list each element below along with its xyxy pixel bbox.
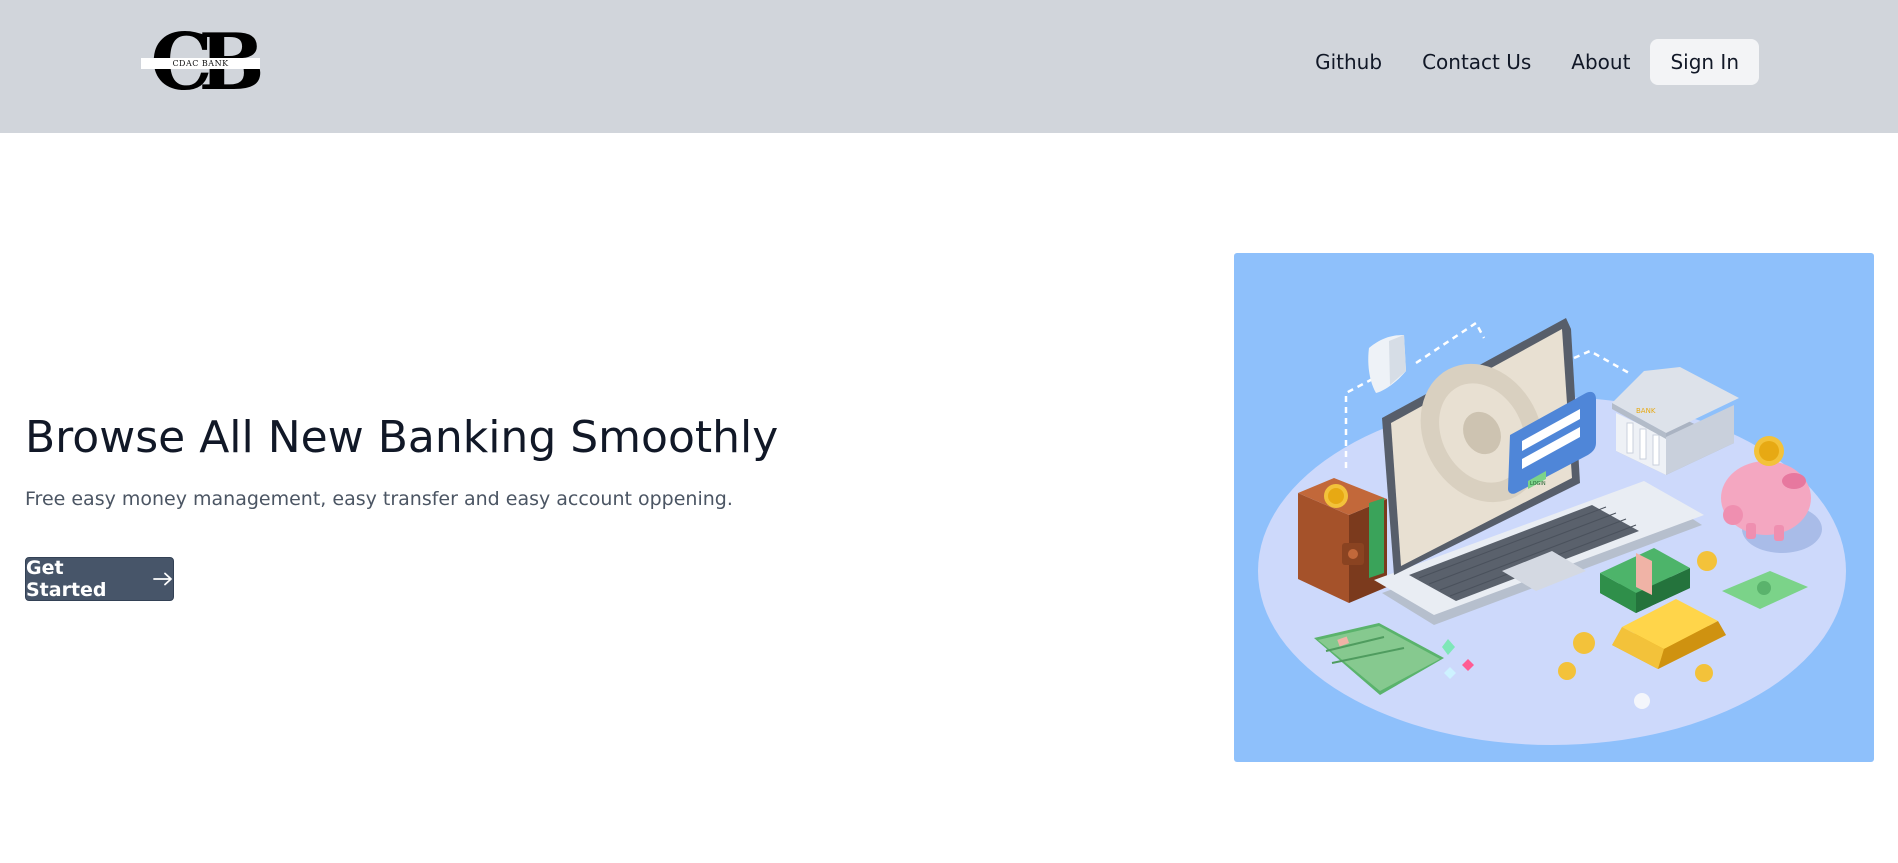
hero-title: Browse All New Banking Smoothly — [25, 412, 779, 463]
logo[interactable]: CB CDAC BANK — [141, 24, 265, 102]
logo-wordmark: CDAC BANK — [172, 59, 229, 68]
get-started-label: Get Started — [26, 557, 107, 601]
arrow-right-icon — [153, 572, 173, 586]
sign-in-button[interactable]: Sign In — [1650, 39, 1759, 85]
main-nav: Github Contact Us About Sign In — [1295, 39, 1759, 85]
site-header: CB CDAC BANK Github Contact Us About Sig… — [0, 0, 1898, 133]
nav-link-github[interactable]: Github — [1295, 39, 1402, 85]
nav-link-contact-us[interactable]: Contact Us — [1402, 39, 1551, 85]
shield-icon — [1368, 335, 1406, 393]
hero-subtitle: Free easy money management, easy transfe… — [25, 488, 733, 510]
login-button-text: LOGIN — [1530, 481, 1546, 487]
hero-illustration: LOGIN BANK — [1234, 253, 1874, 762]
bank-sign-text: BANK — [1636, 407, 1656, 415]
nav-link-about[interactable]: About — [1551, 39, 1650, 85]
get-started-button[interactable]: Get Started — [25, 557, 174, 601]
wallet-icon — [1298, 478, 1387, 603]
